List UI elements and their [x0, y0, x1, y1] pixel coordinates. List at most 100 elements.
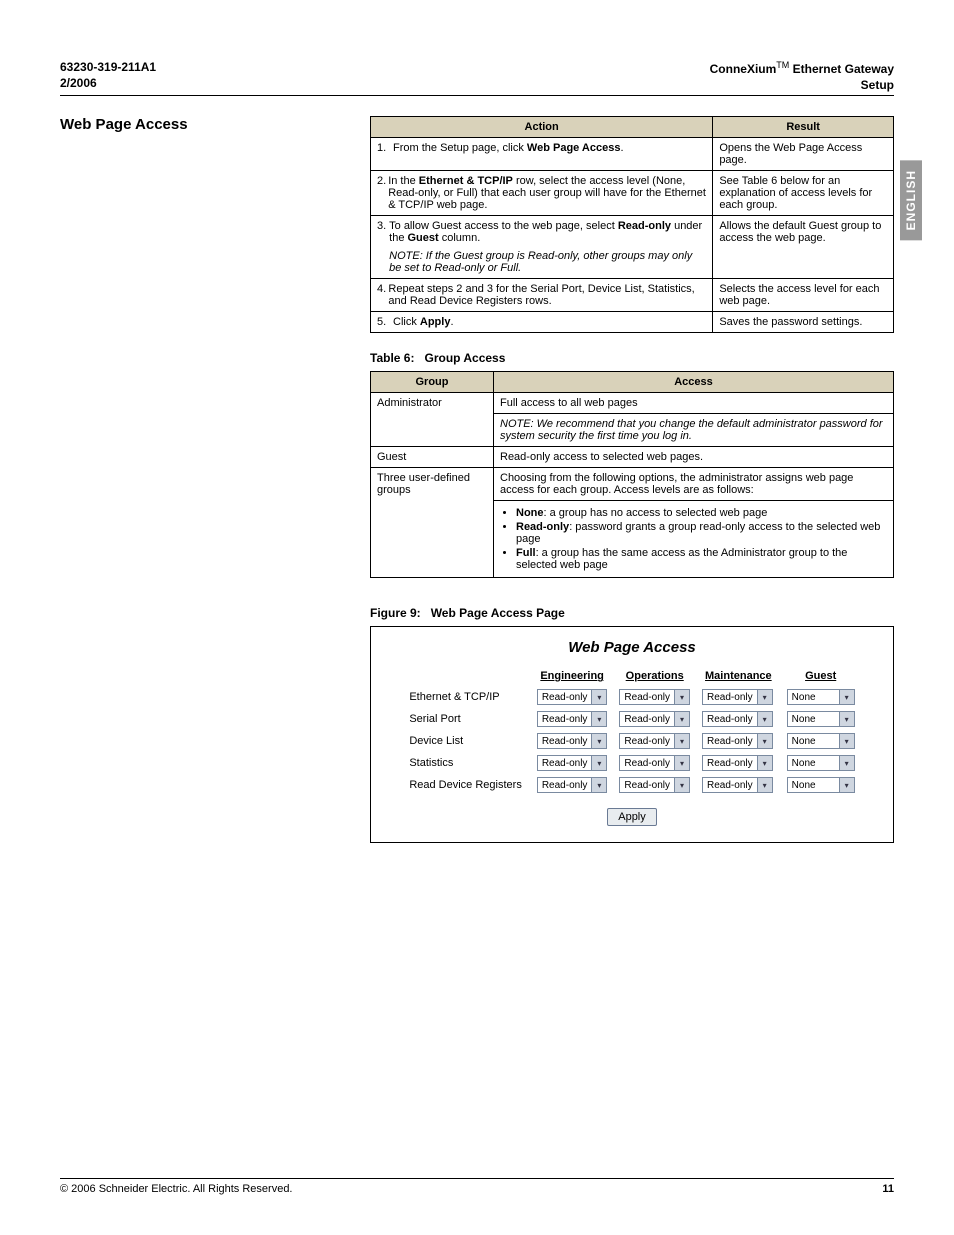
chevron-down-icon: ▾ [674, 734, 689, 748]
access-select[interactable]: Read-only▾ [537, 689, 608, 705]
result-text: Allows the default Guest group to access… [713, 216, 894, 279]
access-select[interactable]: Read-only▾ [702, 777, 773, 793]
action-text: Repeat steps 2 and 3 for the Serial Port… [388, 283, 706, 307]
access-select[interactable]: Read-only▾ [702, 689, 773, 705]
table-row: 3. To allow Guest access to the web page… [371, 216, 894, 279]
page-number: 11 [882, 1183, 894, 1195]
select-value: Read-only [620, 778, 674, 792]
opt-label: None [516, 507, 544, 519]
select-value: Read-only [620, 690, 674, 704]
chevron-down-icon: ▾ [839, 712, 854, 726]
chevron-down-icon: ▾ [757, 734, 772, 748]
access-select[interactable]: Read-only▾ [619, 755, 690, 771]
select-value: Read-only [620, 756, 674, 770]
col-group: Group [371, 372, 494, 393]
action-text: To allow Guest access to the web page, s… [389, 220, 618, 232]
list-item: None: a group has no access to selected … [516, 507, 887, 519]
access-options-list: None: a group has no access to selected … [500, 507, 887, 571]
tm-mark: TM [776, 60, 789, 70]
product-title: ConneXiumTM Ethernet Gateway [710, 60, 894, 78]
chevron-down-icon: ▾ [591, 712, 606, 726]
section-title: Web Page Access [60, 116, 340, 843]
row-label: Device List [408, 732, 526, 750]
table-row: 5.Click Apply. Saves the password settin… [371, 312, 894, 333]
action-text: Click [393, 316, 420, 328]
access-select[interactable]: None▾ [787, 711, 855, 727]
table6-label: Table 6: Group Access [370, 351, 894, 365]
col-maintenance: Maintenance [701, 670, 776, 684]
access-select[interactable]: Read-only▾ [619, 689, 690, 705]
access-select[interactable]: Read-only▾ [537, 777, 608, 793]
row-label: Statistics [408, 754, 526, 772]
access-select[interactable]: None▾ [787, 755, 855, 771]
table-row: Three user-defined groups Choosing from … [371, 468, 894, 501]
page-footer: © 2006 Schneider Electric. All Rights Re… [60, 1178, 894, 1195]
table-row: Device ListRead-only▾Read-only▾Read-only… [408, 732, 855, 750]
col-result: Result [713, 117, 894, 138]
chevron-down-icon: ▾ [674, 778, 689, 792]
step-num: 4. [377, 283, 388, 307]
result-text: Selects the access level for each web pa… [713, 279, 894, 312]
col-engineering: Engineering [536, 670, 609, 684]
access-cell: Choosing from the following options, the… [494, 468, 894, 501]
chevron-down-icon: ▾ [839, 690, 854, 704]
select-value: Read-only [703, 778, 757, 792]
action-text: In the [388, 175, 419, 187]
access-select[interactable]: Read-only▾ [537, 711, 608, 727]
action-result-table: Action Result 1.From the Setup page, cli… [370, 116, 894, 333]
group-access-table: Group Access Administrator Full access t… [370, 371, 894, 578]
select-value: Read-only [538, 756, 592, 770]
chevron-down-icon: ▾ [839, 734, 854, 748]
access-select[interactable]: None▾ [787, 733, 855, 749]
opt-desc: : a group has no access to selected web … [544, 507, 768, 519]
chevron-down-icon: ▾ [757, 712, 772, 726]
page-header: 63230-319-211A1 2/2006 ConneXiumTM Ether… [60, 60, 894, 96]
result-text: Opens the Web Page Access page. [713, 138, 894, 171]
col-blank [408, 670, 526, 684]
access-select[interactable]: Read-only▾ [537, 755, 608, 771]
table-row: Read Device RegistersRead-only▾Read-only… [408, 776, 855, 794]
select-value: Read-only [620, 734, 674, 748]
col-operations: Operations [618, 670, 691, 684]
doc-date: 2/2006 [60, 76, 156, 92]
select-value: Read-only [703, 690, 757, 704]
access-select[interactable]: Read-only▾ [702, 711, 773, 727]
access-cell: Full access to all web pages [494, 393, 894, 414]
access-select[interactable]: Read-only▾ [702, 733, 773, 749]
access-select[interactable]: None▾ [787, 689, 855, 705]
action-text: From the Setup page, click [393, 142, 527, 154]
access-select[interactable]: Read-only▾ [619, 711, 690, 727]
chevron-down-icon: ▾ [839, 756, 854, 770]
table-row: Ethernet & TCP/IPRead-only▾Read-only▾Rea… [408, 688, 855, 706]
table-row: Administrator Full access to all web pag… [371, 393, 894, 414]
chevron-down-icon: ▾ [757, 756, 772, 770]
access-select[interactable]: None▾ [787, 777, 855, 793]
step-num: 1. [377, 142, 393, 154]
action-note: NOTE: If the Guest group is Read-only, o… [389, 250, 706, 274]
chevron-down-icon: ▾ [591, 756, 606, 770]
action-bold: Apply [420, 316, 451, 328]
select-value: None [788, 778, 839, 792]
doc-id: 63230-319-211A1 [60, 60, 156, 76]
opt-desc: : password grants a group read-only acce… [516, 521, 880, 545]
select-value: Read-only [703, 756, 757, 770]
access-select[interactable]: Read-only▾ [619, 733, 690, 749]
opt-desc: : a group has the same access as the Adm… [516, 547, 847, 571]
select-value: None [788, 690, 839, 704]
table-row: StatisticsRead-only▾Read-only▾Read-only▾… [408, 754, 855, 772]
list-item: Read-only: password grants a group read-… [516, 521, 887, 545]
access-note: NOTE: We recommend that you change the d… [494, 414, 894, 447]
apply-button[interactable]: Apply [607, 808, 657, 826]
action-text: . [450, 316, 453, 328]
access-select[interactable]: Read-only▾ [702, 755, 773, 771]
select-value: None [788, 712, 839, 726]
access-select[interactable]: Read-only▾ [619, 777, 690, 793]
access-select[interactable]: Read-only▾ [537, 733, 608, 749]
chevron-down-icon: ▾ [591, 778, 606, 792]
chevron-down-icon: ▾ [757, 778, 772, 792]
action-text: column. [439, 232, 481, 244]
select-value: Read-only [538, 778, 592, 792]
table6-num: Table 6: [370, 351, 414, 365]
step-num: 3. [377, 220, 389, 274]
figure9-label: Figure 9: Web Page Access Page [370, 606, 894, 620]
